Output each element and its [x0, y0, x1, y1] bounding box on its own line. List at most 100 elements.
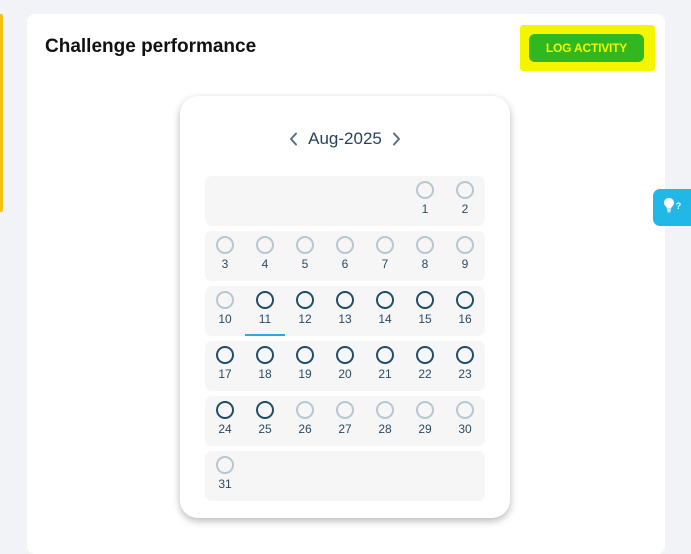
calendar-empty-cell — [325, 176, 365, 226]
calendar-day[interactable]: 10 — [205, 286, 245, 336]
calendar-empty-cell — [445, 451, 485, 501]
calendar-week-row: 12 — [205, 176, 485, 226]
day-status-ring — [296, 291, 314, 309]
day-status-ring — [296, 401, 314, 419]
day-status-ring — [456, 181, 474, 199]
calendar-empty-cell — [245, 451, 285, 501]
day-status-ring — [256, 401, 274, 419]
day-status-ring — [216, 291, 234, 309]
calendar-day[interactable]: 12 — [285, 286, 325, 336]
calendar-day[interactable]: 26 — [285, 396, 325, 446]
calendar-empty-cell — [245, 176, 285, 226]
day-number: 5 — [301, 257, 309, 271]
day-number: 16 — [458, 312, 472, 326]
day-number: 26 — [298, 422, 312, 436]
challenge-performance-card: Challenge performance LOG ACTIVITY Aug-2… — [27, 14, 665, 554]
calendar-day[interactable]: 29 — [405, 396, 445, 446]
calendar-empty-cell — [285, 176, 325, 226]
day-number: 13 — [338, 312, 352, 326]
day-status-ring — [216, 236, 234, 254]
day-status-ring — [376, 236, 394, 254]
day-number: 14 — [378, 312, 392, 326]
calendar-day[interactable]: 7 — [365, 231, 405, 281]
calendar-day[interactable]: 14 — [365, 286, 405, 336]
calendar-week-row: 17 18 19 20 21 22 23 — [205, 341, 485, 391]
day-status-ring — [416, 236, 434, 254]
day-status-ring — [336, 346, 354, 364]
calendar-week-row: 24 25 26 27 28 29 30 — [205, 396, 485, 446]
day-number: 19 — [298, 367, 312, 381]
day-status-ring — [336, 236, 354, 254]
day-status-ring — [416, 291, 434, 309]
day-status-ring — [336, 401, 354, 419]
day-number: 15 — [418, 312, 432, 326]
day-status-ring — [416, 181, 434, 199]
calendar-day[interactable]: 19 — [285, 341, 325, 391]
day-status-ring — [376, 346, 394, 364]
help-tab[interactable]: ? — [653, 189, 691, 226]
calendar-day[interactable]: 4 — [245, 231, 285, 281]
calendar-day[interactable]: 23 — [445, 341, 485, 391]
calendar-week-row: 3 4 5 6 7 8 9 — [205, 231, 485, 281]
help-question-mark: ? — [675, 200, 682, 211]
calendar-week-row: 10 11 12 13 14 15 16 — [205, 286, 485, 336]
day-number: 22 — [418, 367, 432, 381]
calendar-empty-cell — [325, 451, 365, 501]
chevron-right-icon[interactable] — [390, 130, 404, 148]
calendar-day[interactable]: 27 — [325, 396, 365, 446]
calendar-day[interactable]: 6 — [325, 231, 365, 281]
today-indicator — [245, 334, 285, 336]
calendar-day[interactable]: 25 — [245, 396, 285, 446]
day-status-ring — [216, 401, 234, 419]
calendar-day[interactable]: 21 — [365, 341, 405, 391]
calendar-grid: 1 2 3 4 5 6 7 8 9 10 11 12 13 14 15 16 17 18 19 20 21 22 23 24 2… — [205, 176, 485, 506]
calendar-day[interactable]: 22 — [405, 341, 445, 391]
calendar-day[interactable]: 20 — [325, 341, 365, 391]
side-accent-bar — [0, 14, 3, 212]
day-number: 20 — [338, 367, 352, 381]
calendar-day[interactable]: 30 — [445, 396, 485, 446]
day-number: 31 — [218, 477, 232, 491]
log-activity-highlight: LOG ACTIVITY — [520, 25, 655, 71]
calendar-panel: Aug-2025 1 2 3 4 5 6 7 8 9 10 11 12 13 14 15 16 17 18 19 20… — [180, 96, 510, 518]
day-status-ring — [296, 236, 314, 254]
day-status-ring — [216, 456, 234, 474]
day-status-ring — [376, 291, 394, 309]
day-number: 9 — [461, 257, 469, 271]
day-number: 17 — [218, 367, 232, 381]
calendar-day[interactable]: 16 — [445, 286, 485, 336]
calendar-day[interactable]: 5 — [285, 231, 325, 281]
calendar-day[interactable]: 17 — [205, 341, 245, 391]
calendar-day[interactable]: 13 — [325, 286, 365, 336]
calendar-day[interactable]: 9 — [445, 231, 485, 281]
day-status-ring — [416, 401, 434, 419]
day-status-ring — [296, 346, 314, 364]
day-status-ring — [456, 236, 474, 254]
calendar-day[interactable]: 24 — [205, 396, 245, 446]
calendar-day[interactable]: 3 — [205, 231, 245, 281]
chevron-left-icon[interactable] — [286, 130, 300, 148]
day-status-ring — [456, 401, 474, 419]
log-activity-button[interactable]: LOG ACTIVITY — [529, 34, 644, 62]
calendar-day[interactable]: 11 — [245, 286, 285, 336]
calendar-week-row: 31 — [205, 451, 485, 501]
calendar-day[interactable]: 15 — [405, 286, 445, 336]
day-number: 25 — [258, 422, 272, 436]
day-number: 28 — [378, 422, 392, 436]
day-status-ring — [456, 291, 474, 309]
calendar-day[interactable]: 31 — [205, 451, 245, 501]
day-number: 23 — [458, 367, 472, 381]
day-number: 7 — [381, 257, 389, 271]
calendar-day[interactable]: 8 — [405, 231, 445, 281]
day-number: 27 — [338, 422, 352, 436]
day-number: 18 — [258, 367, 272, 381]
calendar-day[interactable]: 2 — [445, 176, 485, 226]
calendar-empty-cell — [365, 176, 405, 226]
day-status-ring — [256, 291, 274, 309]
calendar-day[interactable]: 18 — [245, 341, 285, 391]
day-number: 3 — [221, 257, 229, 271]
calendar-day[interactable]: 28 — [365, 396, 405, 446]
day-status-ring — [216, 346, 234, 364]
calendar-day[interactable]: 1 — [405, 176, 445, 226]
day-number: 24 — [218, 422, 232, 436]
